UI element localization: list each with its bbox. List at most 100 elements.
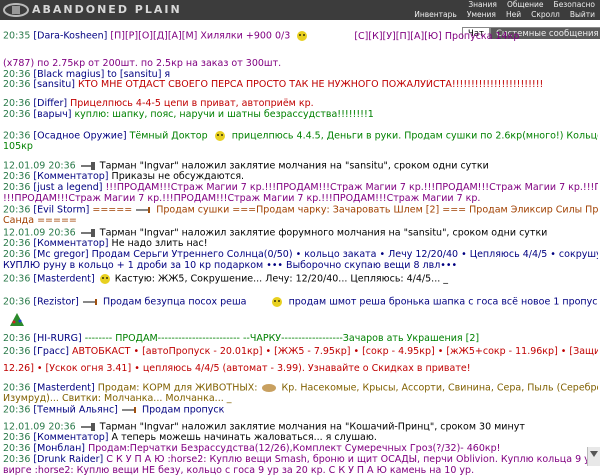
sword-icon: [121, 407, 136, 413]
message-author[interactable]: [Masterdent]: [33, 383, 94, 394]
message-text: КУПЛЮ руну в кольцо + 1 дроби за 10 кр п…: [3, 260, 458, 271]
chat-message: 20:36 [Комментатор] А теперь можешь начи…: [3, 432, 598, 443]
message-time: 20:36: [3, 79, 31, 90]
chat-message: 20:36 [Drunk Raider] С К У П А Ю :horse2…: [3, 454, 598, 465]
message-text: =====: [92, 204, 133, 216]
menu-inventory[interactable]: Инвентарь: [409, 10, 462, 20]
message-time: 20:36: [3, 238, 31, 249]
message-time: 20:36: [3, 249, 31, 260]
message-text-2: прицелпюсь 4.4.5, Деньги в руки. Продам …: [231, 130, 598, 142]
message-text: С К У П А Ю :horse2: Куплю вещи Smash, б…: [106, 454, 598, 465]
message-author[interactable]: [Dara-Kosheen]: [33, 31, 107, 42]
chat-message: 20:36 [Темный Альянс] Продам пропуск: [3, 404, 598, 416]
game-logo: ABANDONED PLAIN: [2, 2, 202, 18]
message-time: 20:36: [3, 382, 31, 394]
message-time: 20:36: [3, 454, 31, 465]
menu-scroll[interactable]: Скролл: [526, 10, 565, 20]
chat-message: 20:36 [just a legend] !!!ПРОДАМ!!!Страж …: [3, 182, 598, 193]
message-author[interactable]: [Осадное Оружие]: [33, 131, 126, 142]
message-text: вирге :horse2: Куплю вещи НЕ безу, кольц…: [3, 465, 475, 476]
message-text: КТО МНЕ ОТДАСТ СВОЕГО ПЕРСА ПРОСТО ТАК Н…: [78, 79, 544, 90]
message-author[interactable]: [Mc gregor]: [33, 249, 88, 260]
message-author[interactable]: [Темный Альянс]: [33, 405, 117, 416]
message-time: 20:36: [3, 109, 31, 120]
menu-communication[interactable]: Общение: [502, 0, 549, 10]
message-author[interactable]: [Masterdent]: [33, 274, 94, 285]
message-author[interactable]: [варыч]: [33, 109, 71, 120]
message-text: А теперь можешь начинать жаловаться... я…: [111, 432, 377, 443]
chat-message-cont: (x787) по 2.75кр от 200шт. по 2.5кр на з…: [3, 58, 598, 69]
chat-message-cont: вирге :horse2: Куплю вещи НЕ безу, кольц…: [3, 465, 598, 476]
menu-ney[interactable]: Ней: [501, 10, 526, 20]
message-text: Тарман "Ingvar" наложил заклятие молчани…: [99, 421, 525, 433]
message-text: Продам пропуск: [141, 404, 225, 416]
message-author[interactable]: [Differ]: [33, 98, 67, 109]
smiley-icon: [99, 274, 110, 284]
message-time: 20:36: [3, 273, 31, 285]
message-text: Изумруд)... Свитки: Молчанка... Молчанка…: [3, 393, 232, 404]
message-text: (x787) по 2.75кр от 200шт. по 2.5кр на з…: [3, 58, 282, 69]
message-text: !!!ПРОДАМ!!!Страж Магии 7 кр.!!!ПРОДАМ!!…: [3, 193, 481, 204]
smiley-icon: [271, 297, 282, 307]
scrollbar-down[interactable]: [587, 447, 600, 466]
chat-message: 20:36 [sansitu] КТО МНЕ ОТДАСТ СВОЕГО ПЕ…: [3, 79, 598, 90]
message-text: Продам: КОРМ для ЖИВОТНЫХ:: [97, 382, 258, 394]
menu-skills[interactable]: Умения: [462, 10, 501, 20]
message-author[interactable]: [sansitu]: [33, 79, 75, 90]
smiley-icon: [297, 31, 308, 41]
message-text-2: Продам сушки ===Продам чарку: Зачаровать…: [156, 204, 598, 216]
chat-message: 20:36 [HI-RURG] -------- ПРОДАМ---------…: [3, 333, 598, 344]
top-menu: Знания Общение Безопасно Инвентарь Умени…: [410, 0, 600, 20]
message-text: Приказы не обсуждаются.: [111, 171, 245, 182]
message-time: 12.01.09 20:36: [3, 227, 76, 239]
message-time: 20:36: [3, 98, 31, 109]
message-author[interactable]: [Evil Storm]: [33, 205, 89, 216]
message-author[interactable]: [Комментатор]: [33, 171, 108, 182]
message-author[interactable]: [HI-RURG]: [33, 333, 81, 344]
menu-safe[interactable]: Безопасно: [549, 0, 600, 10]
tree-icon: [10, 313, 24, 326]
logo-emblem-icon: [3, 3, 29, 17]
message-time: 12.01.09 20:36: [3, 160, 76, 172]
message-text: Продам Серьги Утреннего Солнца(0/50) • к…: [91, 249, 598, 260]
message-text: Продам безупца посох реша: [102, 296, 247, 308]
chat-message: 20:36 [Грасс] АВТОБКАСТ • [автоПропуск -…: [3, 346, 598, 357]
sword-icon: [82, 299, 97, 305]
message-text: АВТОБКАСТ • [автоПропуск - 20.01кр] • [Ж…: [71, 346, 598, 357]
message-text: Санда =====: [3, 215, 77, 226]
message-author[interactable]: [Комментатор]: [33, 238, 108, 249]
message-text-2: [С][К][У][П][А][Ю] Пропуска 14кр: [354, 30, 520, 42]
chat-message: 20:36 [Комментатор] Приказы не обсуждают…: [3, 171, 598, 182]
message-text: куплю: шапку, пояс, наручи и шатны безра…: [74, 109, 374, 120]
message-author[interactable]: [Комментатор]: [33, 432, 108, 443]
message-time: 20:36: [3, 204, 31, 216]
message-text: Продам:Перчатки Безрассудства(12/26),Ком…: [88, 443, 501, 454]
message-text: Тёмный Доктор: [129, 130, 208, 142]
message-text: Прицелпюсь 4-4-5 цепи в приват, автоприё…: [70, 98, 314, 109]
message-author[interactable]: [Drunk Raider]: [33, 454, 103, 465]
message-text: Не надо злить нас!: [111, 238, 208, 249]
chat-message: 20:36 [Rezistor] Продам безупца посох ре…: [3, 296, 598, 308]
message-time: 20:36: [3, 432, 31, 443]
message-text: !!!ПРОДАМ!!!Страж Магии 7 кр.!!!ПРОДАМ!!…: [105, 182, 598, 193]
message-time: 20:36: [3, 443, 31, 454]
chat-message: 20:36 [Комментатор] Не надо злить нас!: [3, 238, 598, 249]
app-title: ABANDONED PLAIN: [32, 3, 182, 16]
chat-message: 20:36 [Монблан] Продам:Перчатки Безрассу…: [3, 443, 598, 454]
chat-message-cont: Изумруд)... Свитки: Молчанка... Молчанка…: [3, 393, 598, 404]
message-time: 20:36: [3, 404, 31, 416]
chat-message: 20:35 [Dara-Kosheen] [П][Р][О][Д][А][М] …: [3, 30, 598, 42]
chat-message-cont: 12.26] • [Ускок огня 3.41] • цепляюсь 4/…: [3, 363, 598, 374]
message-author[interactable]: [Монблан]: [33, 443, 85, 454]
message-text: 12.26] • [Ускок огня 3.41] • цепляюсь 4/…: [3, 363, 471, 374]
chat-message-cont: 105кр: [3, 141, 598, 152]
message-text: Кастую: ЖЖ5, Сокрушение... Лечу: 12/20/4…: [114, 273, 449, 285]
message-time: 20:36: [3, 296, 31, 308]
menu-knowledge[interactable]: Знания: [463, 0, 502, 10]
chat-message: 20:36 [Masterdent] Кастую: ЖЖ5, Сокрушен…: [3, 273, 598, 285]
menu-exit[interactable]: Выйти: [565, 10, 600, 20]
message-author[interactable]: [Грасс]: [33, 346, 69, 357]
message-author[interactable]: [just a legend]: [33, 182, 102, 193]
chat-message-cont: Санда =====: [3, 215, 598, 226]
message-author[interactable]: [Rezistor]: [33, 297, 78, 308]
